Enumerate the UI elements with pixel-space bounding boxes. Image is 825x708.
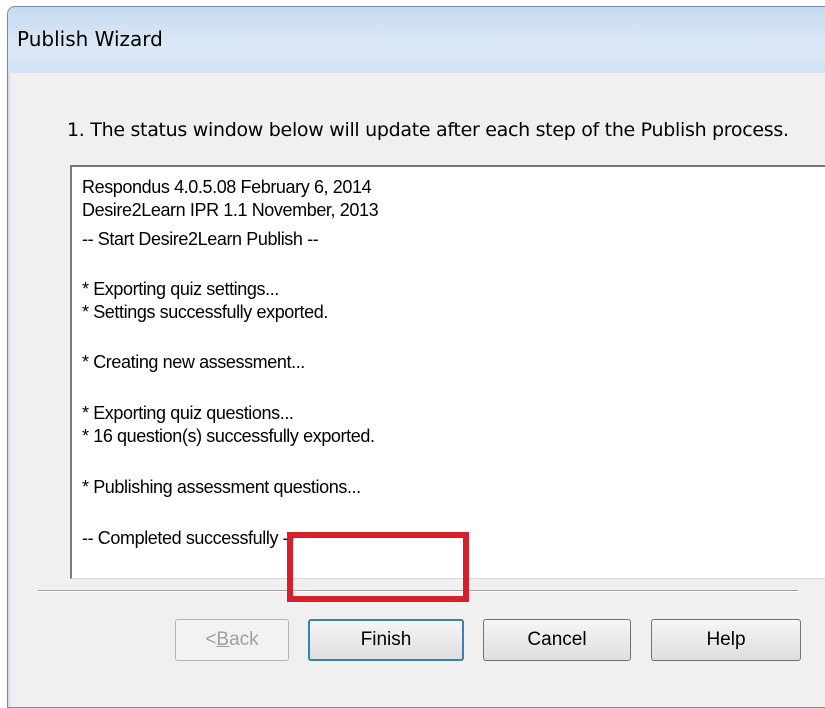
- status-line: Desire2Learn IPR 1.1 November, 2013: [82, 200, 379, 220]
- back-label-prefix: <: [205, 629, 217, 650]
- status-line: * Creating new assessment...: [82, 352, 305, 372]
- status-window[interactable]: Respondus 4.0.5.08 February 6, 2014 Desi…: [70, 165, 825, 579]
- help-button[interactable]: Help: [651, 619, 801, 661]
- cancel-button[interactable]: Cancel: [483, 619, 631, 661]
- status-line: -- Start Desire2Learn Publish --: [82, 229, 319, 249]
- status-line: * Publishing assessment questions...: [82, 477, 361, 497]
- window-title: Publish Wizard: [17, 27, 163, 51]
- status-line: Respondus 4.0.5.08 February 6, 2014: [82, 177, 372, 197]
- back-button[interactable]: < Back: [175, 619, 289, 661]
- status-line: * Settings successfully exported.: [82, 302, 328, 322]
- status-line: * Exporting quiz questions...: [82, 403, 294, 423]
- publish-wizard-window: Publish Wizard 1. The status window belo…: [7, 6, 825, 708]
- wizard-body: 1. The status window below will update a…: [10, 73, 825, 707]
- status-line: * Exporting quiz settings...: [82, 279, 279, 299]
- status-line: -- Completed successfully --: [82, 528, 294, 548]
- back-label-accelerator: B: [216, 629, 230, 650]
- title-bar[interactable]: Publish Wizard: [8, 7, 825, 73]
- finish-button[interactable]: Finish: [308, 619, 464, 661]
- back-label-rest: ack: [229, 629, 259, 650]
- step-instruction: 1. The status window below will update a…: [67, 119, 789, 141]
- finish-highlight-annotation: [287, 532, 469, 602]
- status-line: * 16 question(s) successfully exported.: [82, 426, 375, 446]
